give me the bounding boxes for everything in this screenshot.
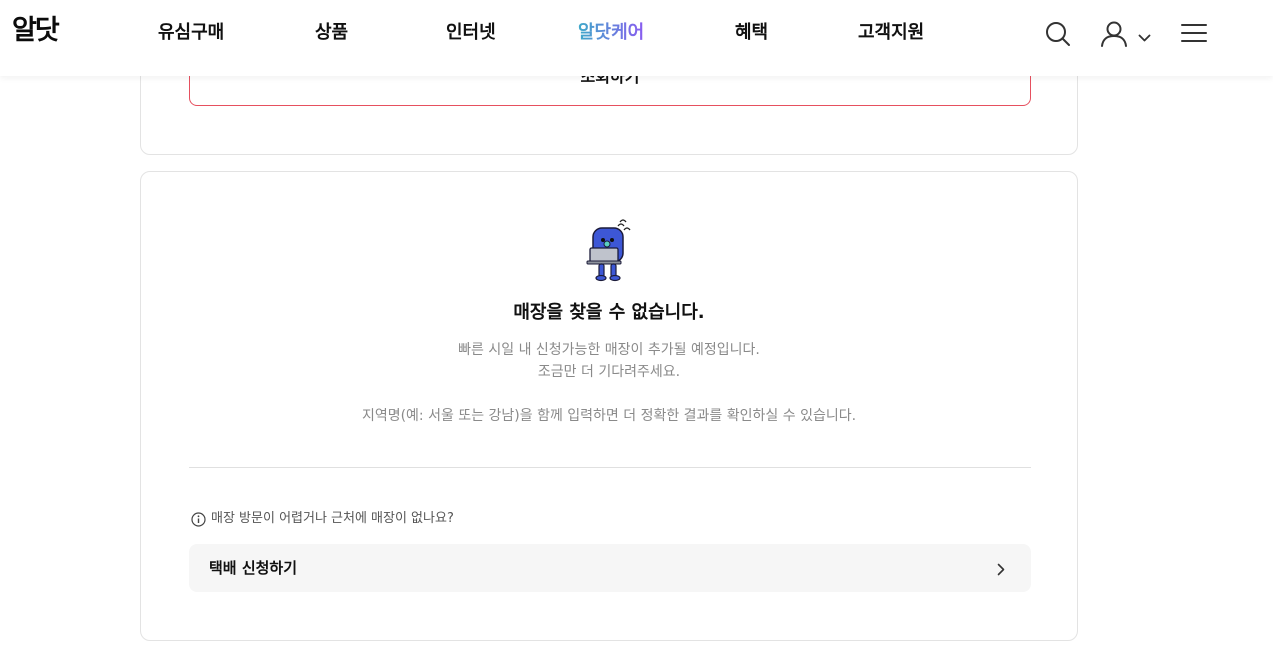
delivery-request-button[interactable]: 택배 신청하기 xyxy=(189,544,1031,592)
nav-usim[interactable]: 유심구매 xyxy=(158,20,224,46)
chevron-down-icon[interactable] xyxy=(1138,28,1151,47)
nav-benefits[interactable]: 혜택 xyxy=(735,20,768,46)
user-icon[interactable] xyxy=(1100,20,1128,52)
mascot-laptop-icon xyxy=(584,218,634,282)
divider xyxy=(189,467,1031,468)
empty-state-card: 매장을 찾을 수 없습니다. 빠른 시일 내 신청가능한 매장이 추가될 예정입… xyxy=(140,171,1078,641)
info-icon xyxy=(191,511,206,527)
top-header: 알닷 유심구매 상품 인터넷 알닷케어 혜택 고객지원 xyxy=(0,0,1273,76)
delivery-request-label: 택배 신청하기 xyxy=(209,559,298,577)
nav-products[interactable]: 상품 xyxy=(315,20,348,46)
delivery-info: 매장 방문이 어렵거나 근처에 매장이 없나요? xyxy=(191,510,454,528)
menu-icon[interactable] xyxy=(1181,23,1207,47)
empty-state-title: 매장을 찾을 수 없습니다. xyxy=(513,302,705,323)
nav-support[interactable]: 고객지원 xyxy=(858,20,924,46)
nav-internet[interactable]: 인터넷 xyxy=(446,20,496,46)
empty-state-hint: 지역명(예: 서울 또는 강남)을 함께 입력하면 더 정확한 결과를 확인하실… xyxy=(361,408,857,424)
search-icon[interactable] xyxy=(1045,21,1071,51)
site-logo[interactable]: 알닷 xyxy=(12,14,60,48)
nav-aldot-care[interactable]: 알닷케어 xyxy=(578,20,644,46)
empty-state-desc-line2: 조금만 더 기다려주세요. xyxy=(537,364,681,380)
empty-state-desc-line1: 빠른 시일 내 신청가능한 매장이 추가될 예정입니다. xyxy=(458,342,760,358)
chevron-right-icon xyxy=(997,561,1005,580)
delivery-info-text: 매장 방문이 어렵거나 근처에 매장이 없나요? xyxy=(211,511,454,526)
